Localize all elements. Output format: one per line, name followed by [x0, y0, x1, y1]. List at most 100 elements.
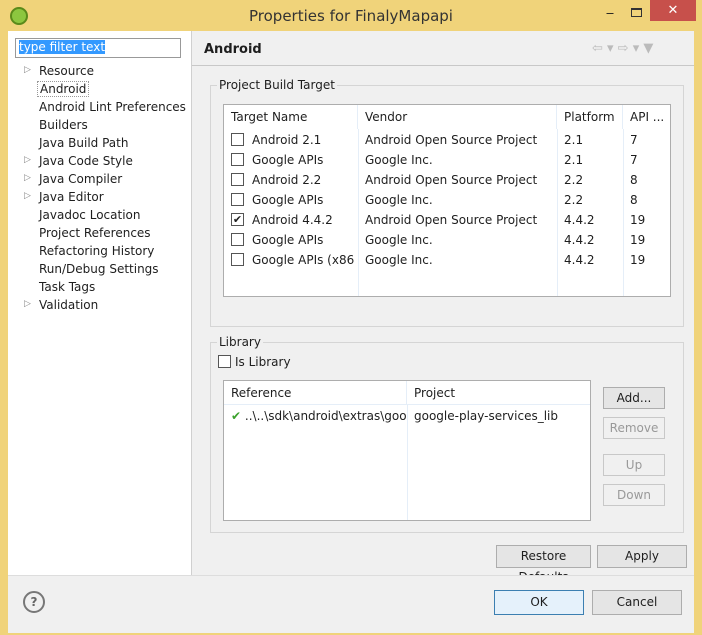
tree-item[interactable]: ▷ Validation — [8, 297, 192, 315]
title-bar: Properties for FinalyMapapi ‒ ✕ — [0, 0, 702, 31]
target-name: Google APIs — [252, 193, 324, 207]
table-row[interactable]: Android 2.2 Android Open Source Project 2.… — [224, 170, 670, 190]
window-title: Properties for FinalyMapapi — [249, 7, 453, 25]
properties-page: Android ⇦ ▾ ⇨ ▾ ▼ Project Build Target T… — [192, 31, 694, 584]
tree-item[interactable]: Java Build Path — [8, 135, 192, 153]
filter-input[interactable]: type filter text — [15, 38, 181, 58]
column-header-platform[interactable]: Platform — [557, 105, 623, 129]
vendor-cell: Google Inc. — [365, 233, 433, 247]
page-title: Android — [204, 42, 262, 57]
name-cell: Android 2.1 — [224, 130, 358, 150]
vendor-cell: Google Inc. — [365, 253, 433, 267]
tree-item[interactable]: ▷ Java Editor — [8, 189, 192, 207]
tree-item[interactable]: ▷ Resource — [8, 63, 192, 81]
tree-item[interactable]: Project References — [8, 225, 192, 243]
target-name: Google APIs — [252, 153, 324, 167]
vendor-cell: Google Inc. — [365, 193, 433, 207]
tree-item[interactable]: Android — [8, 81, 192, 99]
tree-item-label: Validation — [39, 298, 99, 312]
tree-item[interactable]: Builders — [8, 117, 192, 135]
platform-cell: 2.2 — [564, 193, 584, 207]
close-button[interactable]: ✕ — [650, 0, 696, 21]
reference-cell: ..\..\sdk\android\extras\goo... — [244, 409, 407, 423]
tree-item-label: Java Compiler — [39, 172, 123, 186]
tree-item[interactable]: Refactoring History — [8, 243, 192, 261]
name-cell: Android 2.2 — [224, 170, 358, 190]
tree-item-label: Builders — [39, 118, 88, 132]
navigation-pane: type filter text ▷ Resource Android Android… — [8, 31, 192, 575]
target-checkbox[interactable]: ✔ — [231, 213, 244, 226]
library-table[interactable]: Reference Project ✔ ..\..\sdk\android\ex… — [223, 380, 591, 521]
filter-text: type filter text — [19, 40, 106, 54]
tree-item-label: Project References — [39, 226, 151, 240]
up-button[interactable]: Up — [603, 454, 665, 476]
column-header-reference[interactable]: Reference — [224, 381, 407, 405]
api-cell: 19 — [630, 233, 646, 247]
api-cell: 19 — [630, 253, 646, 267]
help-button[interactable]: ? — [23, 591, 45, 613]
library-label: Library — [217, 335, 263, 349]
maximize-icon — [630, 8, 642, 17]
table-row[interactable]: Android 2.1 Android Open Source Project 2.… — [224, 130, 670, 150]
target-name: Google APIs (x86 ... — [252, 253, 358, 267]
is-library-label: Is Library — [235, 355, 291, 369]
target-checkbox[interactable] — [231, 193, 244, 206]
target-checkbox[interactable] — [231, 153, 244, 166]
table-row[interactable]: Google APIs Google Inc. 2.2 8 — [224, 190, 670, 210]
table-row[interactable]: ✔ Android 4.4.2 Android Open Source Projec… — [224, 210, 670, 230]
table-row[interactable]: Google APIs Google Inc. 4.4.2 19 — [224, 230, 670, 250]
tree-item[interactable]: Run/Debug Settings — [8, 261, 192, 279]
api-cell: 7 — [630, 133, 638, 147]
column-header-target-name[interactable]: Target Name — [224, 105, 358, 129]
target-checkbox[interactable] — [231, 253, 244, 266]
expand-arrow-icon[interactable]: ▷ — [24, 65, 31, 75]
apply-button[interactable]: Apply — [597, 545, 687, 568]
tree-item-label: Javadoc Location — [39, 208, 141, 222]
tree-item[interactable]: Javadoc Location — [8, 207, 192, 225]
tree-item-label: Android Lint Preferences — [39, 100, 186, 114]
column-header-api[interactable]: API ... — [623, 105, 671, 129]
platform-cell: 4.4.2 — [564, 233, 595, 247]
target-checkbox[interactable] — [231, 233, 244, 246]
platform-cell: 4.4.2 — [564, 213, 595, 227]
tree-item[interactable]: Task Tags — [8, 279, 192, 297]
table-row[interactable]: Google APIs Google Inc. 2.1 7 — [224, 150, 670, 170]
table-row[interactable]: Google APIs (x86 ... Google Inc. 4.4.2 19 — [224, 250, 670, 270]
name-cell: Google APIs — [224, 190, 358, 210]
tree-item[interactable]: ▷ Java Code Style — [8, 153, 192, 171]
vendor-cell: Google Inc. — [365, 153, 433, 167]
target-checkbox[interactable] — [231, 173, 244, 186]
tree-item[interactable]: Android Lint Preferences — [8, 99, 192, 117]
target-name: Android 4.4.2 — [252, 213, 333, 227]
check-ok-icon: ✔ — [231, 409, 242, 423]
column-header-project[interactable]: Project — [407, 381, 590, 405]
add-button[interactable]: Add... — [603, 387, 665, 409]
platform-cell: 2.2 — [564, 173, 584, 187]
build-target-label: Project Build Target — [217, 78, 337, 92]
tree-item-label: Java Build Path — [39, 136, 129, 150]
column-header-vendor[interactable]: Vendor — [358, 105, 557, 129]
maximize-button[interactable] — [626, 4, 646, 22]
expand-arrow-icon[interactable]: ▷ — [24, 191, 31, 201]
vendor-cell: Android Open Source Project — [365, 213, 538, 227]
cancel-button[interactable]: Cancel — [592, 590, 682, 615]
build-target-table[interactable]: Target Name Vendor Platform API ... Andr… — [223, 104, 671, 297]
navigation-arrows-icon[interactable]: ⇦ ▾ ⇨ ▾ ▼ — [592, 41, 653, 56]
name-cell: ✔ Android 4.4.2 — [224, 210, 358, 230]
target-checkbox[interactable] — [231, 133, 244, 146]
remove-button[interactable]: Remove — [603, 417, 665, 439]
minimize-button[interactable]: ‒ — [600, 6, 620, 22]
tree-item[interactable]: ▷ Java Compiler — [8, 171, 192, 189]
tree-item-label: Task Tags — [39, 280, 96, 294]
expand-arrow-icon[interactable]: ▷ — [24, 299, 31, 309]
library-row[interactable]: ✔ ..\..\sdk\android\extras\goo... — [224, 406, 407, 426]
ok-button[interactable]: OK — [494, 590, 584, 615]
restore-defaults-button[interactable]: Restore Defaults — [496, 545, 591, 584]
name-cell: Google APIs — [224, 150, 358, 170]
checkbox-icon — [218, 355, 231, 368]
tree-item-label: Android — [37, 81, 90, 97]
is-library-checkbox[interactable]: Is Library — [218, 355, 291, 369]
down-button[interactable]: Down — [603, 484, 665, 506]
expand-arrow-icon[interactable]: ▷ — [24, 155, 31, 165]
expand-arrow-icon[interactable]: ▷ — [24, 173, 31, 183]
